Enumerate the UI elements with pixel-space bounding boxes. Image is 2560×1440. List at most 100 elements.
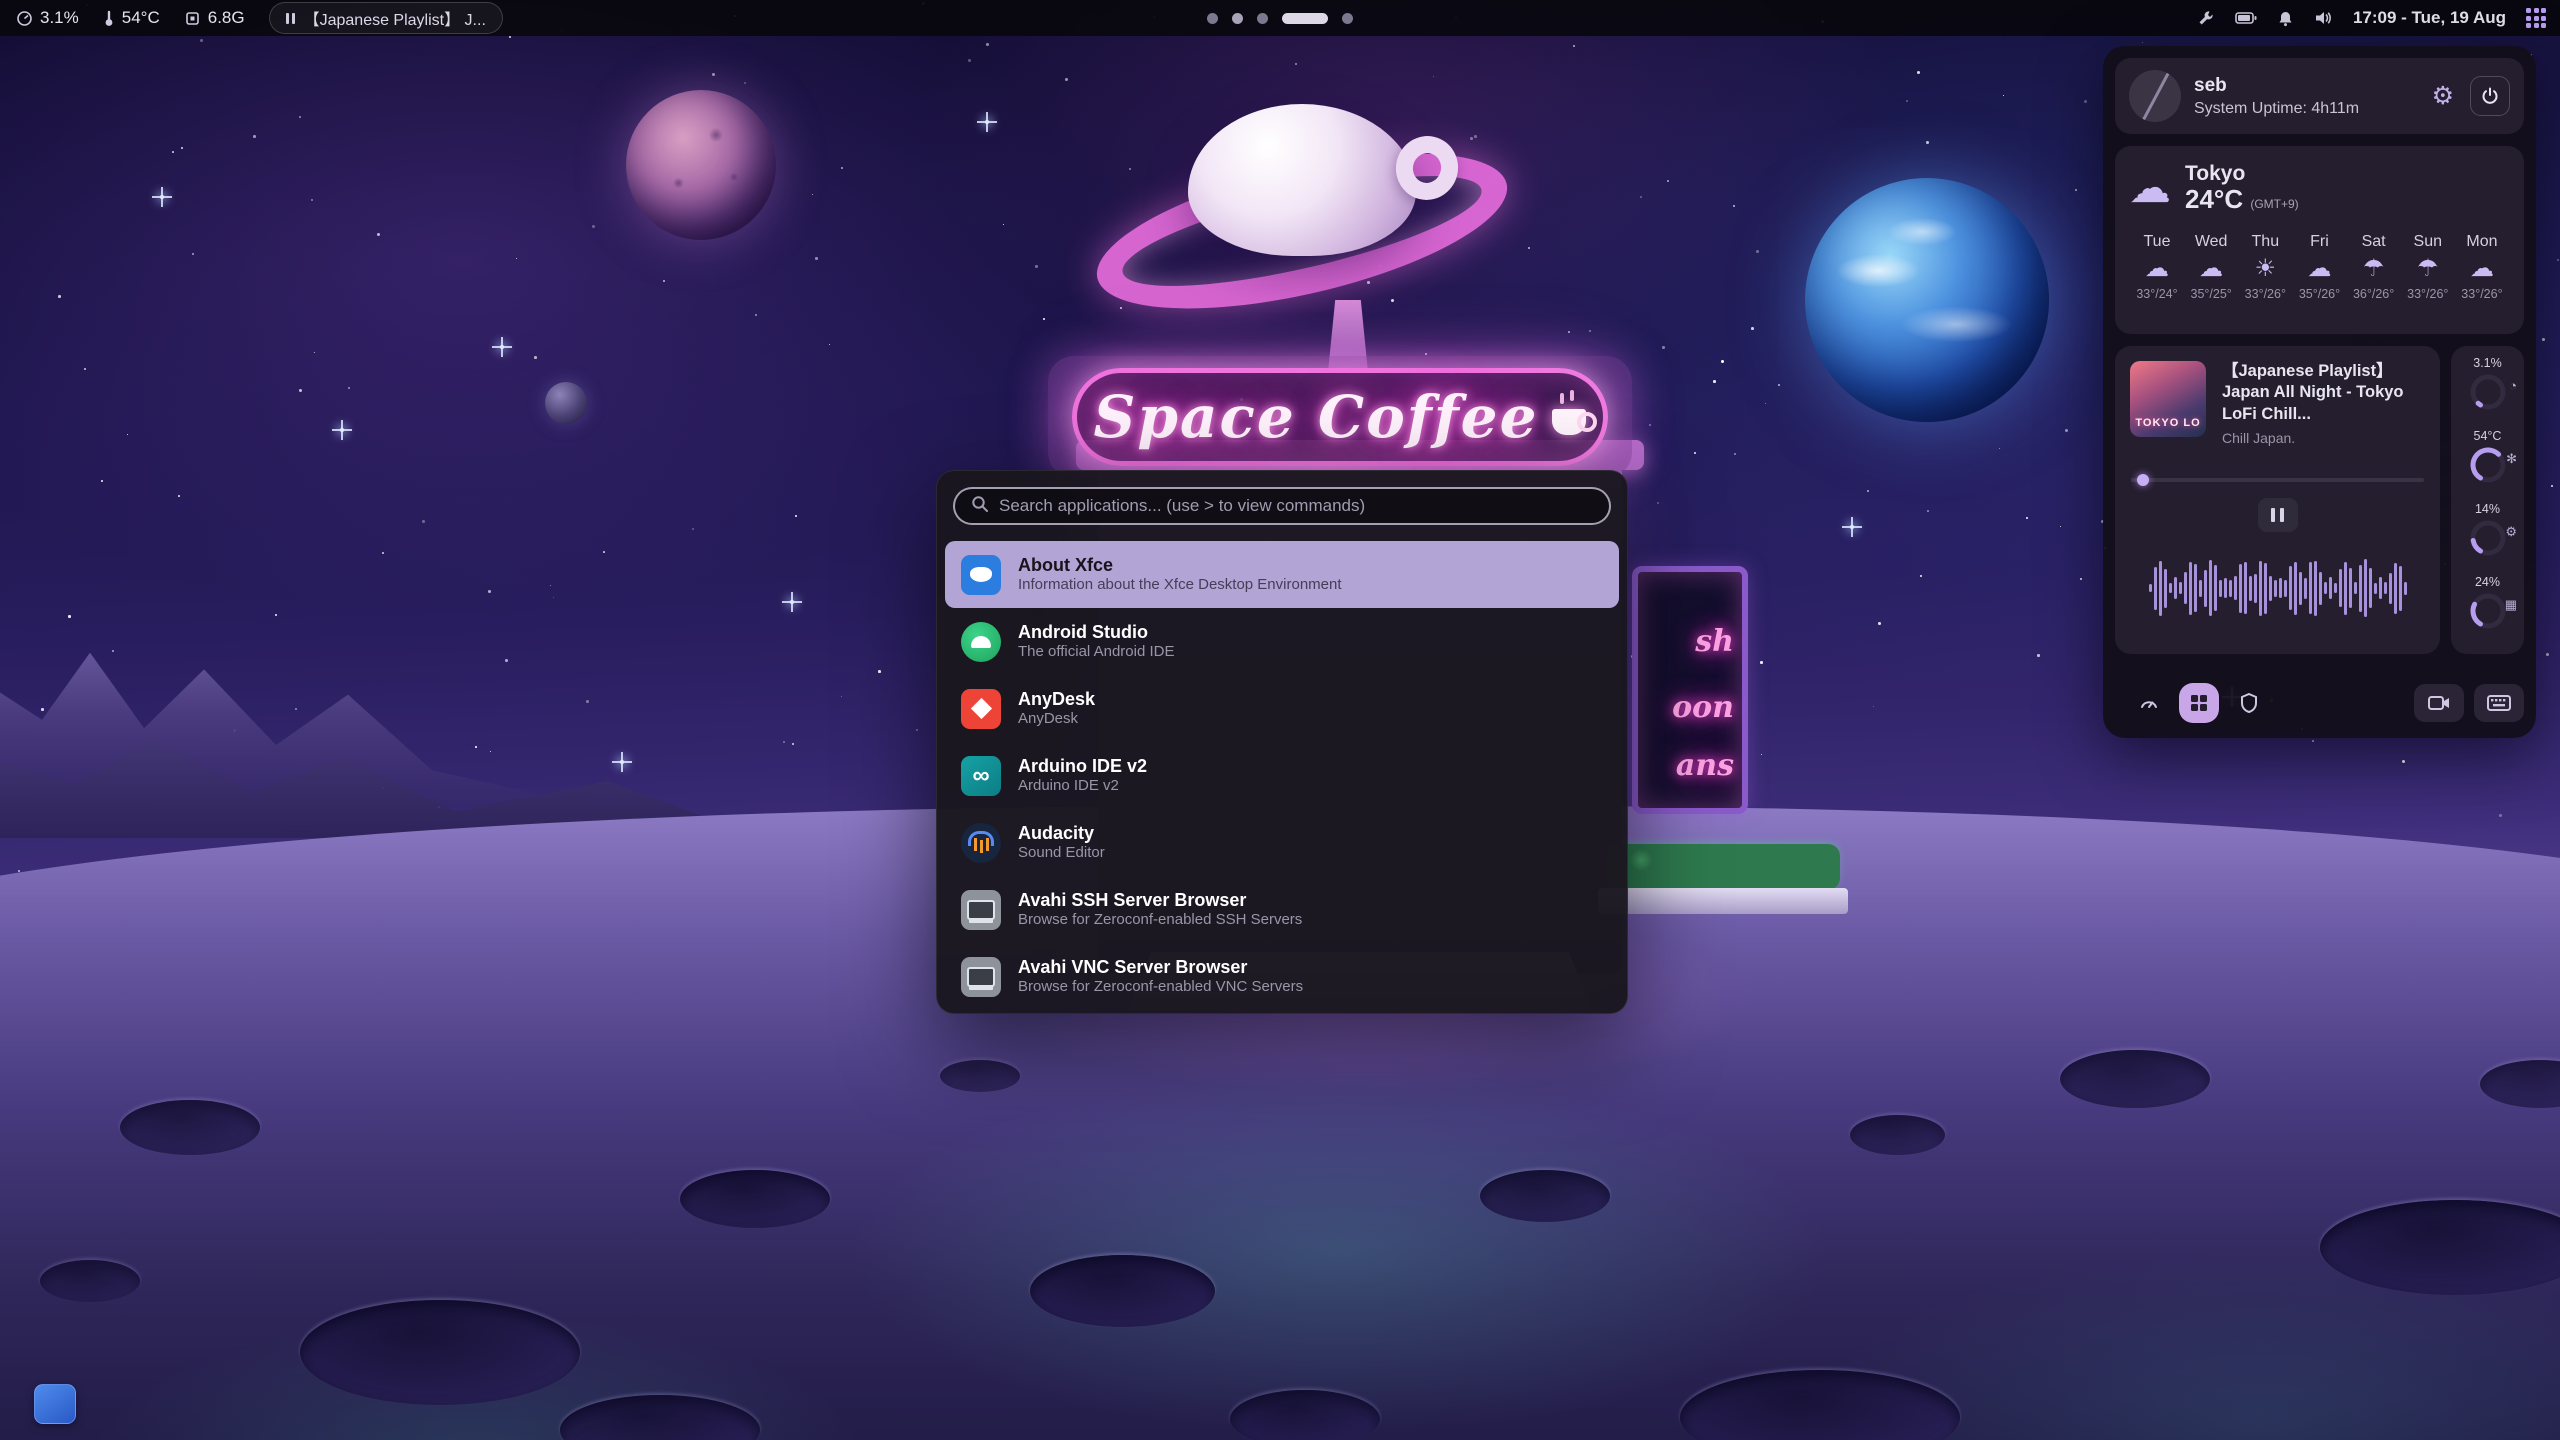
crater — [2060, 1050, 2210, 1108]
workspace-dot-active[interactable] — [1282, 13, 1328, 24]
play-pause-button[interactable] — [2258, 498, 2298, 532]
cpu-value: 3.1% — [40, 8, 79, 28]
search-bar[interactable] — [953, 487, 1611, 525]
sparkle-star — [790, 600, 794, 604]
battery-tray-icon[interactable] — [2235, 11, 2257, 25]
star — [2546, 653, 2549, 656]
weather-temperature: 24°C — [2185, 184, 2243, 214]
app-subtitle: The official Android IDE — [1018, 643, 1174, 662]
star — [795, 515, 797, 517]
shield-button[interactable] — [2229, 683, 2269, 723]
launcher-item-android-studio[interactable]: Android Studio The official Android IDE — [937, 608, 1627, 675]
thermometer-icon — [103, 10, 115, 27]
waveform-bar — [2174, 577, 2177, 599]
search-input[interactable] — [999, 496, 1593, 516]
star — [505, 659, 508, 662]
star — [1756, 250, 1759, 253]
waveform-bar — [2404, 582, 2407, 595]
launcher-item-audacity[interactable]: Audacity Sound Editor — [937, 809, 1627, 876]
star — [377, 233, 380, 236]
fan-icon: ✻ — [2506, 451, 2517, 467]
workspace-indicator — [1207, 0, 1353, 36]
memory-gauge: 24% ▦ — [2451, 573, 2524, 646]
app-launcher: About Xfce Information about the Xfce De… — [936, 470, 1628, 1014]
space-coffee-neon-sign: Space Coffee — [1072, 368, 1608, 466]
crater — [1850, 1115, 1945, 1155]
crater — [300, 1300, 580, 1405]
star — [295, 708, 297, 710]
workspace-dot[interactable] — [1342, 13, 1353, 24]
avahi-monitor-icon — [961, 957, 1001, 997]
keyboard-button[interactable] — [2474, 684, 2524, 722]
waveform-bar — [2279, 578, 2282, 598]
star — [58, 295, 61, 298]
arduino-icon — [961, 756, 1001, 796]
waveform-bar — [2374, 583, 2377, 594]
star — [382, 552, 384, 554]
sparkle-star — [160, 195, 164, 199]
star — [2026, 517, 2028, 519]
sun-icon: ☀ — [2255, 257, 2277, 281]
cloud-icon: ☁ — [2470, 257, 2494, 281]
star — [968, 59, 971, 62]
star — [1999, 448, 2000, 449]
star — [311, 199, 313, 201]
waveform-bar — [2249, 576, 2252, 601]
crater — [120, 1100, 260, 1155]
screencast-button[interactable] — [2414, 684, 2464, 722]
waveform-bar — [2329, 577, 2332, 599]
launcher-item-avahi-vnc[interactable]: Avahi VNC Server Browser Browse for Zero… — [937, 943, 1627, 1010]
star — [348, 387, 350, 389]
media-player-card: TOKYO LO 【Japanese Playlist】 Japan All N… — [2115, 346, 2440, 654]
waveform-bar — [2309, 562, 2312, 614]
waveform-bar — [2149, 584, 2152, 592]
waveform-bar — [2254, 574, 2257, 603]
waveform-bar — [2234, 576, 2237, 600]
app-title: Arduino IDE v2 — [1018, 755, 1147, 778]
launcher-item-about-xfce[interactable]: About Xfce Information about the Xfce De… — [945, 541, 1619, 608]
waveform-bar — [2289, 566, 2292, 610]
settings-gear-icon[interactable]: ⚙ — [2432, 81, 2454, 111]
star — [692, 528, 694, 530]
volume-tray-icon[interactable] — [2314, 10, 2333, 26]
workspace-dot[interactable] — [1232, 13, 1243, 24]
app-grid-icon[interactable] — [2526, 8, 2546, 28]
sidebar-footer — [2115, 680, 2524, 726]
forecast-day: Mon ☁ 33°/26° — [2456, 233, 2508, 301]
star — [829, 344, 830, 345]
clock[interactable]: 17:09 - Tue, 19 Aug — [2353, 8, 2506, 28]
star — [1765, 403, 1766, 404]
launcher-item-anydesk[interactable]: AnyDesk AnyDesk — [937, 675, 1627, 742]
anydesk-icon — [961, 689, 1001, 729]
gauge-button[interactable] — [2129, 683, 2169, 723]
app-subtitle: Arduino IDE v2 — [1018, 777, 1147, 796]
forecast-row: Tue ☁ 33°/24° Wed ☁ 35°/25° Thu ☀ 33°/26… — [2129, 233, 2510, 301]
star — [2003, 95, 2004, 96]
waveform-bar — [2364, 559, 2367, 617]
temperature-indicator: 54°C — [103, 8, 160, 28]
star — [1751, 327, 1754, 330]
media-pill-button[interactable]: 【Japanese Playlist】 J... — [269, 2, 503, 34]
star — [1573, 45, 1575, 47]
workspace-dot[interactable] — [1257, 13, 1268, 24]
apps-dashboard-button[interactable] — [2179, 683, 2219, 723]
cpu-gauge: 3.1% ◔ — [2451, 354, 2524, 427]
tools-tray-icon[interactable] — [2196, 9, 2215, 28]
media-progress-bar[interactable] — [2131, 478, 2424, 482]
desktop-shortcut-icon[interactable] — [34, 1384, 76, 1424]
power-button[interactable] — [2470, 76, 2510, 116]
workspace-dot[interactable] — [1207, 13, 1218, 24]
star — [586, 700, 589, 703]
weather-city: Tokyo — [2185, 162, 2299, 186]
waveform-bar — [2224, 578, 2227, 598]
progress-handle[interactable] — [2137, 474, 2149, 486]
star — [744, 82, 746, 84]
star — [1878, 622, 1881, 625]
star — [2542, 338, 2545, 341]
app-subtitle: AnyDesk — [1018, 710, 1095, 729]
notifications-bell-icon[interactable] — [2277, 10, 2294, 27]
launcher-item-avahi-ssh[interactable]: Avahi SSH Server Browser Browse for Zero… — [937, 876, 1627, 943]
waveform-bar — [2339, 569, 2342, 607]
star — [127, 434, 128, 435]
launcher-item-arduino-ide[interactable]: Arduino IDE v2 Arduino IDE v2 — [937, 742, 1627, 809]
